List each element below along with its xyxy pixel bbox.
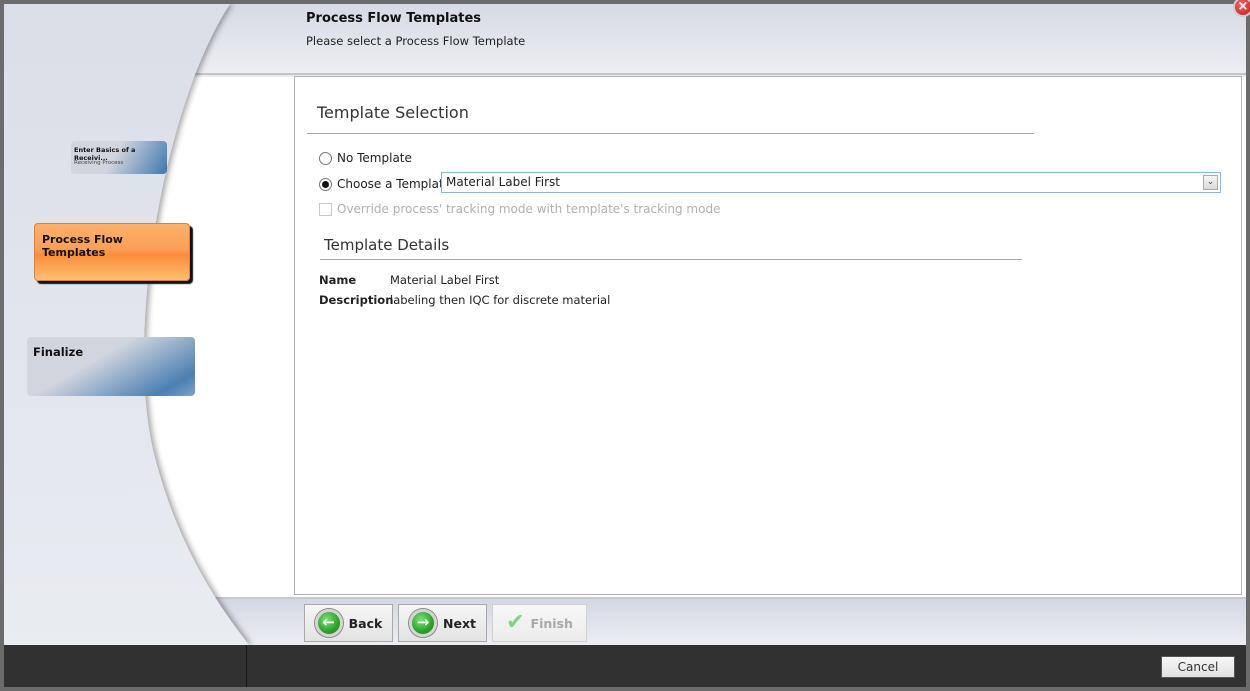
back-button[interactable]: ← Back — [304, 604, 393, 642]
detail-name-value: Material Label First — [390, 273, 500, 287]
step-finalize[interactable]: Finalize — [27, 337, 195, 396]
template-dropdown-value: Material Label First — [446, 175, 561, 189]
detail-name-row: Name — [319, 273, 356, 287]
radio-unchecked-icon[interactable] — [319, 151, 332, 165]
wizard-window: Process Flow Templates Please select a P… — [4, 4, 1246, 687]
override-tracking-label: Override process' tracking mode with tem… — [337, 202, 721, 216]
template-dropdown[interactable]: Material Label First ⌄ — [441, 172, 1221, 193]
step-subtitle: Receiving Process — [74, 160, 124, 166]
step-title: Process Flow Templates — [42, 233, 123, 259]
bottom-bar — [4, 645, 1246, 687]
choose-template-label: Choose a Template — [337, 177, 452, 191]
page-title: Process Flow Templates — [306, 11, 482, 26]
divider — [307, 133, 1034, 134]
chevron-down-icon[interactable]: ⌄ — [1203, 175, 1218, 190]
next-button[interactable]: → Next — [398, 604, 487, 642]
nav-band — [4, 597, 1246, 645]
close-icon[interactable]: × — [1233, 0, 1250, 17]
detail-description-row: Description — [319, 293, 393, 307]
wizard-header: Process Flow Templates Please select a P… — [4, 4, 1246, 75]
arrow-right-icon: → — [409, 609, 437, 637]
arrow-left-icon: ← — [314, 609, 343, 637]
page-subtitle: Please select a Process Flow Template — [306, 34, 526, 48]
no-template-label: No Template — [337, 151, 412, 165]
detail-name-label: Name — [319, 273, 357, 287]
override-tracking-checkbox[interactable]: Override process' tracking mode with tem… — [319, 202, 720, 216]
template-selection-heading: Template Selection — [317, 103, 469, 122]
checkmark-icon: ✔ — [506, 610, 525, 635]
detail-description-value: labeling then IQC for discrete material — [390, 293, 611, 307]
no-template-radio[interactable]: No Template — [319, 151, 412, 165]
choose-template-radio[interactable]: Choose a Template — [319, 177, 451, 191]
radio-checked-icon[interactable] — [319, 177, 332, 191]
step-enter-basics[interactable]: Enter Basics of a Receivi... Receiving P… — [71, 141, 167, 174]
next-label: Next — [443, 615, 476, 631]
back-label: Back — [348, 615, 383, 631]
cancel-button[interactable]: Cancel — [1161, 656, 1235, 678]
divider — [320, 259, 1022, 260]
template-details-heading: Template Details — [324, 236, 450, 254]
finish-button[interactable]: ✔ Finish — [492, 604, 587, 642]
step-process-flow-templates[interactable]: Process Flow Templates — [34, 223, 190, 281]
finish-label: Finish — [530, 615, 573, 631]
detail-description-label: Description — [319, 293, 394, 307]
divider — [246, 645, 247, 687]
content-panel: Template Selection No Template Choose a … — [294, 76, 1242, 595]
step-title: Finalize — [33, 345, 84, 359]
checkbox-icon[interactable] — [319, 202, 332, 216]
